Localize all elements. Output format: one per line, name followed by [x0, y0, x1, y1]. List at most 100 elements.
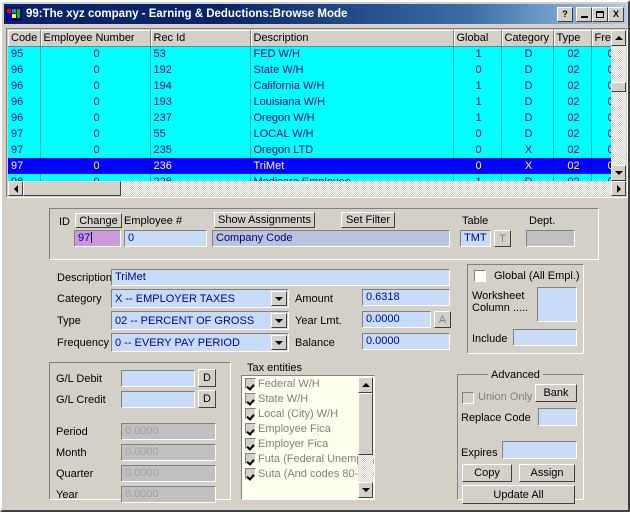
chevron-right-icon [617, 185, 621, 193]
expires-field[interactable] [502, 441, 577, 459]
month-field: 0.0000 [121, 444, 216, 461]
cell-category: D [501, 94, 553, 110]
grid-vertical-scrollbar[interactable] [611, 30, 626, 181]
gl-debit-lookup-button[interactable]: D [198, 369, 216, 387]
assign-button[interactable]: Assign [519, 464, 575, 482]
balance-field[interactable]: 0.0000 [362, 333, 450, 350]
column-header-description[interactable]: Description [250, 30, 453, 46]
minimize-button[interactable] [576, 7, 592, 22]
type-select[interactable]: 02 -- PERCENT OF GROSS [111, 311, 289, 330]
year-label: Year [56, 489, 78, 501]
gl-debit-field[interactable] [121, 370, 195, 387]
cell-category: D [501, 110, 553, 126]
table-body: 95053FED W/H1D020960192State W/H0D020960… [8, 46, 626, 196]
copy-button[interactable]: Copy [462, 464, 512, 482]
update-all-button[interactable]: Update All [462, 485, 575, 504]
table-row[interactable]: 970236TriMet0X020 [8, 158, 626, 174]
cell-type: 02 [553, 46, 591, 62]
cell-type: 02 [553, 94, 591, 110]
list-item-label: Local (City) W/H [258, 408, 338, 420]
column-header-global[interactable]: Global [453, 30, 501, 46]
help-button[interactable]: ? [557, 7, 573, 22]
tax-scroll-thumb[interactable] [358, 393, 373, 455]
table-row[interactable]: 970235Oregon LTD0X020 [8, 142, 626, 158]
tax-scroll-down-button[interactable] [358, 482, 373, 498]
table-row[interactable]: 960193Louisiana W/H1D020 [8, 94, 626, 110]
include-field[interactable] [513, 329, 577, 346]
records-grid[interactable]: Code Employee Number Rec Id Description … [6, 28, 628, 198]
list-item[interactable]: Local (City) W/H [242, 406, 374, 421]
table-row[interactable]: 960237Oregon W/H1D020 [8, 110, 626, 126]
column-header-rec-id[interactable]: Rec Id [150, 30, 250, 46]
list-item[interactable]: Employee Fica [242, 421, 374, 436]
scroll-up-button[interactable] [611, 30, 626, 46]
category-select[interactable]: X -- EMPLOYER TAXES [111, 289, 289, 308]
chevron-down-icon[interactable] [271, 313, 287, 328]
list-item[interactable]: Federal W/H [242, 376, 374, 391]
id-field[interactable]: 97 [74, 230, 121, 247]
table-row[interactable]: 960194California W/H1D020 [8, 78, 626, 94]
year-limit-lookup-button[interactable]: A [434, 311, 451, 328]
tax-list-scrollbar[interactable] [358, 377, 373, 498]
close-button[interactable]: X [608, 7, 624, 22]
checkbox-checked-icon[interactable] [245, 453, 256, 464]
company-code-field[interactable]: Company Code [212, 230, 450, 247]
column-header-type[interactable]: Type [553, 30, 591, 46]
list-item[interactable]: State W/H [242, 391, 374, 406]
replace-code-field[interactable] [538, 408, 577, 426]
table-field[interactable]: TMT [460, 230, 491, 247]
chevron-down-icon[interactable] [271, 335, 287, 350]
gl-credit-field[interactable] [121, 391, 195, 408]
tax-entities-items: Federal W/HState W/HLocal (City) W/HEmpl… [242, 376, 374, 481]
list-item[interactable]: Futa (Federal Unemployment) [242, 451, 374, 466]
tax-entities-list[interactable]: Federal W/HState W/HLocal (City) W/HEmpl… [241, 375, 375, 500]
global-checkbox[interactable] [474, 270, 486, 282]
maximize-icon [596, 11, 604, 18]
year-limit-field[interactable]: 0.0000 [362, 311, 431, 328]
cell-type: 02 [553, 126, 591, 142]
maximize-button[interactable] [592, 7, 608, 22]
grid-horizontal-scrollbar[interactable] [8, 181, 626, 196]
checkbox-checked-icon[interactable] [245, 438, 256, 449]
table-row[interactable]: 960192State W/H0D020 [8, 62, 626, 78]
table-lookup-button[interactable]: T [494, 230, 511, 247]
table-row[interactable]: 97055LOCAL W/H0D020 [8, 126, 626, 142]
cell-code: 95 [8, 46, 40, 62]
checkbox-checked-icon[interactable] [245, 468, 256, 479]
scroll-right-button[interactable] [611, 181, 626, 196]
bank-button[interactable]: Bank [535, 384, 577, 402]
employee-number-field[interactable]: 0 [124, 230, 207, 247]
checkbox-checked-icon[interactable] [245, 378, 256, 389]
hscroll-thumb[interactable] [23, 181, 121, 196]
scroll-down-button[interactable] [611, 165, 626, 181]
table-row[interactable]: 95053FED W/H1D020 [8, 46, 626, 62]
gl-credit-lookup-button[interactable]: D [198, 390, 216, 408]
list-item[interactable]: Suta (And codes 80-84) [242, 466, 374, 481]
title-bar[interactable]: 99:The xyz company - Earning & Deduction… [4, 4, 626, 24]
vscroll-track[interactable] [611, 46, 626, 165]
minimize-icon [581, 16, 588, 18]
union-only-checkbox[interactable] [462, 392, 474, 404]
chevron-up-icon [615, 36, 623, 40]
scroll-left-button[interactable] [8, 181, 23, 196]
worksheet-column-field[interactable] [537, 287, 577, 322]
change-button[interactable]: Change [75, 213, 122, 228]
checkbox-checked-icon[interactable] [245, 393, 256, 404]
vscroll-thumb[interactable] [611, 82, 626, 92]
checkbox-checked-icon[interactable] [245, 423, 256, 434]
checkbox-checked-icon[interactable] [245, 408, 256, 419]
column-header-employee-number[interactable]: Employee Number [40, 30, 150, 46]
column-header-code[interactable]: Code [8, 30, 40, 46]
description-field[interactable]: TriMet [111, 269, 450, 286]
set-filter-button[interactable]: Set Filter [341, 212, 395, 228]
cell-global: 0 [453, 126, 501, 142]
amount-field[interactable]: 0.6318 [362, 289, 450, 306]
show-assignments-button[interactable]: Show Assignments [214, 212, 315, 228]
list-item[interactable]: Employer Fica [242, 436, 374, 451]
window-controls: ? X [557, 7, 624, 22]
frequency-select[interactable]: 0 -- EVERY PAY PERIOD [111, 333, 289, 352]
column-header-category[interactable]: Category [501, 30, 553, 46]
id-label: ID [59, 216, 70, 228]
tax-scroll-up-button[interactable] [358, 377, 373, 393]
chevron-down-icon[interactable] [271, 291, 287, 306]
